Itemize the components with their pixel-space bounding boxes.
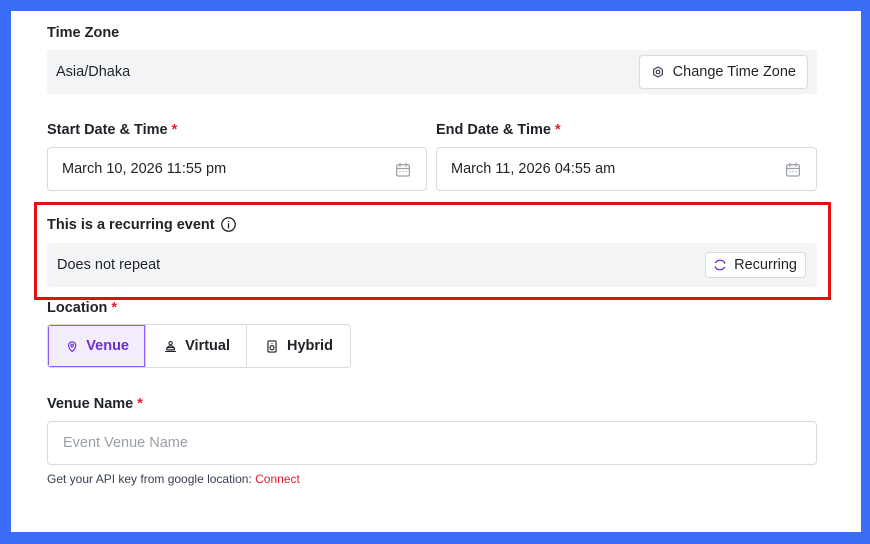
location-option-virtual[interactable]: Virtual — [146, 325, 247, 367]
venue-name-label: Venue Name * — [47, 396, 143, 412]
end-date-field[interactable]: March 11, 2026 04:55 am — [436, 147, 817, 191]
change-time-zone-label: Change Time Zone — [672, 64, 796, 80]
end-date-value: March 11, 2026 04:55 am — [451, 161, 616, 177]
calendar-icon — [786, 162, 800, 177]
required-marker: * — [111, 300, 118, 316]
gear-icon — [652, 66, 663, 78]
user-laptop-icon — [165, 340, 177, 352]
required-marker: * — [554, 122, 561, 138]
required-marker: * — [137, 396, 143, 412]
start-date-label-text: Start Date & Time — [47, 122, 168, 138]
location-option-venue[interactable]: Venue — [48, 325, 146, 367]
time-zone-label: Time Zone — [47, 25, 119, 41]
end-date-label: End Date & Time * — [436, 122, 561, 138]
recurring-display: Does not repeat Recurring — [47, 243, 817, 287]
start-date-field[interactable]: March 10, 2026 11:55 pm — [47, 147, 427, 191]
speaker-icon — [267, 339, 277, 353]
location-option-label: Virtual — [185, 338, 230, 354]
location-option-hybrid[interactable]: Hybrid — [247, 325, 350, 367]
recurring-label-text: This is a recurring event — [47, 216, 215, 233]
location-option-label: Venue — [86, 338, 129, 354]
start-date-label: Start Date & Time * — [47, 122, 177, 138]
required-marker: * — [171, 122, 178, 138]
venue-name-input[interactable] — [47, 421, 817, 465]
start-date-value: March 10, 2026 11:55 pm — [62, 161, 227, 177]
recurring-value: Does not repeat — [57, 257, 161, 273]
info-icon[interactable] — [220, 216, 237, 233]
location-type-selector: Venue Virtual Hybrid — [47, 324, 351, 368]
api-key-help: Get your API key from google location: C… — [47, 472, 300, 486]
recurring-button[interactable]: Recurring — [705, 252, 806, 278]
time-zone-display: Asia/Dhaka Change Time Zone — [47, 50, 817, 94]
location-option-label: Hybrid — [287, 338, 333, 354]
location-label-text: Location — [47, 300, 108, 316]
recurring-label: This is a recurring event — [47, 216, 237, 233]
repeat-icon — [714, 259, 726, 271]
api-key-help-text: Get your API key from google location: — [47, 472, 252, 486]
event-form-panel: Time Zone Asia/Dhaka Change Time Zone St… — [11, 11, 861, 532]
venue-name-label-text: Venue Name — [47, 396, 134, 412]
end-date-label-text: End Date & Time — [436, 122, 551, 138]
map-pin-icon — [67, 340, 77, 352]
time-zone-label-text: Time Zone — [47, 25, 120, 41]
connect-link[interactable]: Connect — [255, 472, 300, 486]
recurring-button-label: Recurring — [734, 257, 797, 273]
change-time-zone-button[interactable]: Change Time Zone — [638, 55, 808, 89]
time-zone-value: Asia/Dhaka — [56, 64, 131, 80]
calendar-icon — [396, 162, 410, 177]
location-label: Location * — [47, 300, 117, 316]
